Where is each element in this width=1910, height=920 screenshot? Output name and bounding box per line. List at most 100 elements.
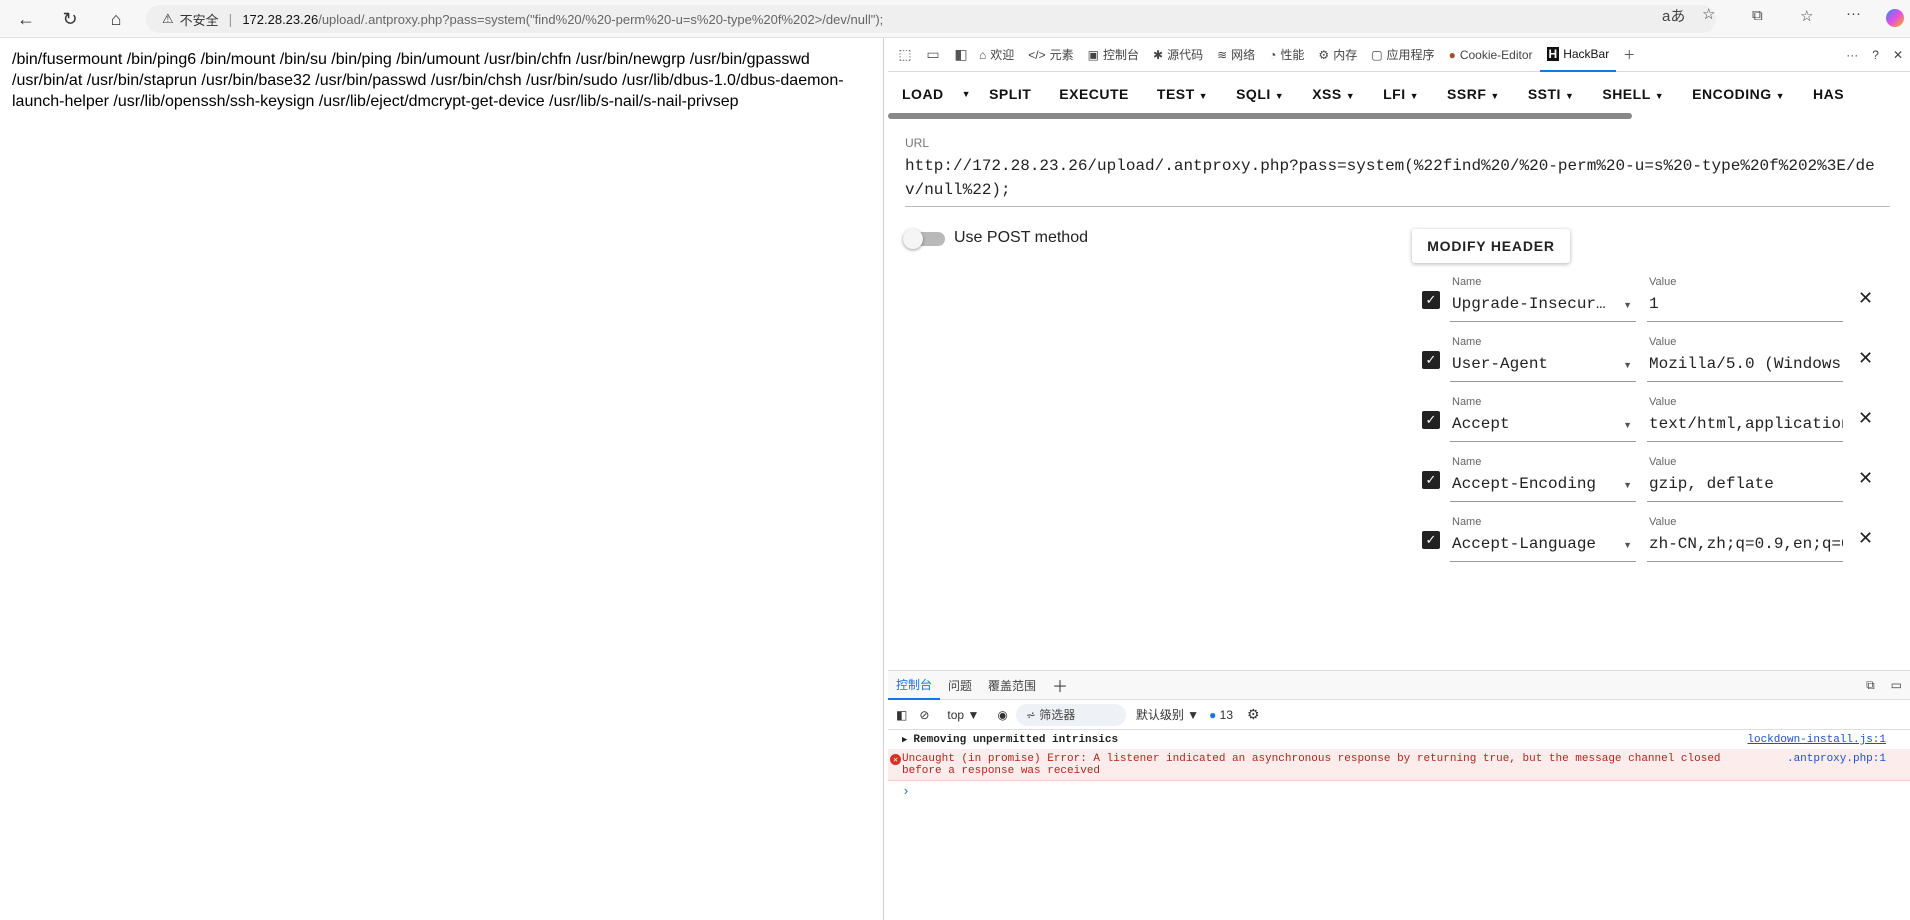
header-name: User-Agent [1452,355,1549,373]
header-value-input[interactable]: Value 1 [1647,274,1843,322]
tab-console[interactable]: ▣ 控制台 [1081,38,1146,72]
header-enabled-checkbox[interactable]: ✓ [1422,531,1440,549]
test-menu[interactable]: TEST ▼ [1143,86,1222,102]
sqli-menu[interactable]: SQLI ▼ [1222,86,1298,102]
header-row: ✓ Name Accept-Language ▼ Value zh-CN,zh;… [1422,514,1902,562]
lfi-menu[interactable]: LFI ▼ [1369,86,1433,102]
header-name-select[interactable]: Name Upgrade-Insecure-Requests ▼ [1450,274,1636,322]
log-level-select[interactable]: 默认级别 ▼ [1136,706,1199,723]
extensions-icon[interactable]: ⧉ [1752,7,1763,24]
header-value-input[interactable]: Value text/html,application [1647,394,1843,442]
delete-header-icon[interactable]: ✕ [1858,408,1873,429]
caret-down-icon: ▼ [1775,91,1786,101]
header-name: Accept-Encoding [1452,475,1597,493]
execute-button[interactable]: EXECUTE [1045,86,1143,102]
read-aloud-icon[interactable]: aあ [1662,5,1685,26]
menu-label: SSTI [1527,86,1561,102]
console-prompt[interactable]: › [888,781,1910,802]
address-bar[interactable]: ⚠ 不安全 | 172.28.23.26 /upload/.antproxy.p… [146,5,1716,33]
menu-label: TEST [1156,86,1195,102]
shell-menu[interactable]: SHELL ▼ [1588,86,1678,102]
favorites-icon[interactable]: ☆ [1800,7,1813,25]
delete-header-icon[interactable]: ✕ [1858,528,1873,549]
header-enabled-checkbox[interactable]: ✓ [1422,471,1440,489]
split-button[interactable]: SPLIT [975,86,1045,102]
copilot-icon[interactable] [1886,9,1904,27]
tab-elements[interactable]: </> 元素 [1021,38,1080,72]
tab-performance[interactable]: ◔ 性能 [1262,38,1311,72]
favorite-star-icon[interactable]: ☆ [1702,5,1715,23]
url-input[interactable]: http://172.28.23.26/upload/.antproxy.php… [905,154,1890,207]
live-expression-icon[interactable]: ◉ [997,708,1007,722]
refresh-icon[interactable]: ↻ [58,7,82,31]
tab-welcome[interactable]: ⌂ 欢迎 [972,38,1021,72]
add-tab-icon[interactable]: ＋ [1616,38,1642,72]
close-icon[interactable]: ✕ [1886,38,1910,72]
header-enabled-checkbox[interactable]: ✓ [1422,411,1440,429]
tab-label: 欢迎 [990,48,1015,62]
sidebar-icon[interactable]: ◧ [896,708,907,722]
tab-sources[interactable]: ✱ 源代码 [1146,38,1210,72]
caret-down-icon: ▼ [967,707,980,722]
device-emulation-icon[interactable]: ▭ [922,46,944,63]
console-settings-icon[interactable]: ⚙ [1247,706,1260,723]
load-dropdown-icon[interactable]: ▼ [958,89,975,99]
tab-cookie-editor[interactable]: ● Cookie-Editor [1442,38,1540,72]
header-row: ✓ Name User-Agent ▼ Value Mozilla/5.0 (W… [1422,334,1902,382]
hackbar-menu-scrollbar[interactable] [888,113,1632,119]
undock-icon[interactable]: ⧉ [1858,670,1883,700]
header-value-input[interactable]: Value gzip, deflate [1647,454,1843,502]
hashing-menu[interactable]: HAS [1799,86,1858,102]
filter-input[interactable]: ⩫ 筛选器 [1015,703,1126,726]
clear-console-icon[interactable]: ⊘ [919,708,929,722]
delete-header-icon[interactable]: ✕ [1858,288,1873,309]
home-icon[interactable]: ⌂ [104,7,128,31]
warning-icon: ⚠ [162,11,174,26]
header-name-select[interactable]: Name Accept-Encoding ▼ [1450,454,1636,502]
message-count: 13 [1219,707,1234,722]
header-enabled-checkbox[interactable]: ✓ [1422,291,1440,309]
more-menu-icon[interactable]: ··· [1846,5,1861,22]
xss-menu[interactable]: XSS ▼ [1298,86,1369,102]
post-method-toggle[interactable] [903,229,945,249]
caret-down-icon: ▼ [1345,91,1356,101]
header-name-select[interactable]: Name User-Agent ▼ [1450,334,1636,382]
tab-memory[interactable]: ⚙ 内存 [1311,38,1364,72]
ssti-menu[interactable]: SSTI ▼ [1514,86,1589,102]
drawer-tab-coverage[interactable]: 覆盖范围 [980,670,1044,700]
drawer-tab-issues[interactable]: 问题 [940,670,980,700]
header-value: 1 [1649,295,1659,313]
header-enabled-checkbox[interactable]: ✓ [1422,351,1440,369]
command-output: /bin/fusermount /bin/ping6 /bin/mount /b… [12,51,844,110]
delete-header-icon[interactable]: ✕ [1858,468,1873,489]
modify-header-button[interactable]: MODIFY HEADER [1412,229,1570,263]
help-icon[interactable]: ? [1865,38,1886,72]
message-count-badge[interactable]: ● 13 [1209,708,1233,722]
tab-application[interactable]: ▢ 应用程序 [1364,38,1441,72]
expand-triangle-icon[interactable]: ▶ [902,735,907,745]
add-drawer-tab-icon[interactable]: ＋ [1044,670,1076,700]
context-select[interactable]: top ▼ [947,708,979,722]
drawer-tab-console[interactable]: 控制台 [888,670,941,700]
header-name-select[interactable]: Name Accept-Language ▼ [1450,514,1636,562]
sidebar-toggle-icon[interactable]: ◧ [950,46,972,63]
console-message: Removing unpermitted intrinsics [913,734,1119,746]
header-name-select[interactable]: Name Accept ▼ [1450,394,1636,442]
encoding-menu[interactable]: ENCODING ▼ [1678,86,1799,102]
delete-header-icon[interactable]: ✕ [1858,348,1873,369]
console-source-link[interactable]: .antproxy.php:1 [1787,753,1886,765]
ssrf-menu[interactable]: SSRF ▼ [1433,86,1514,102]
name-label: Name [1452,396,1482,408]
filter-placeholder: 筛选器 [1039,708,1076,722]
inspect-icon[interactable]: ⬚ [894,46,916,63]
tab-label: HackBar [1563,46,1610,61]
dock-icon[interactable]: ▭ [1883,670,1910,700]
console-source-link[interactable]: lockdown-install.js:1 [1747,734,1886,746]
back-icon[interactable]: ← [14,7,38,31]
more-icon[interactable]: ··· [1839,38,1865,72]
tab-network[interactable]: ≋ 网络 [1210,38,1262,72]
header-value-input[interactable]: Value Mozilla/5.0 (Windows [1647,334,1843,382]
header-value-input[interactable]: Value zh-CN,zh;q=0.9,en;q=0 [1647,514,1843,562]
load-button[interactable]: LOAD [888,86,958,102]
tab-hackbar[interactable]: H HackBar [1539,37,1617,72]
